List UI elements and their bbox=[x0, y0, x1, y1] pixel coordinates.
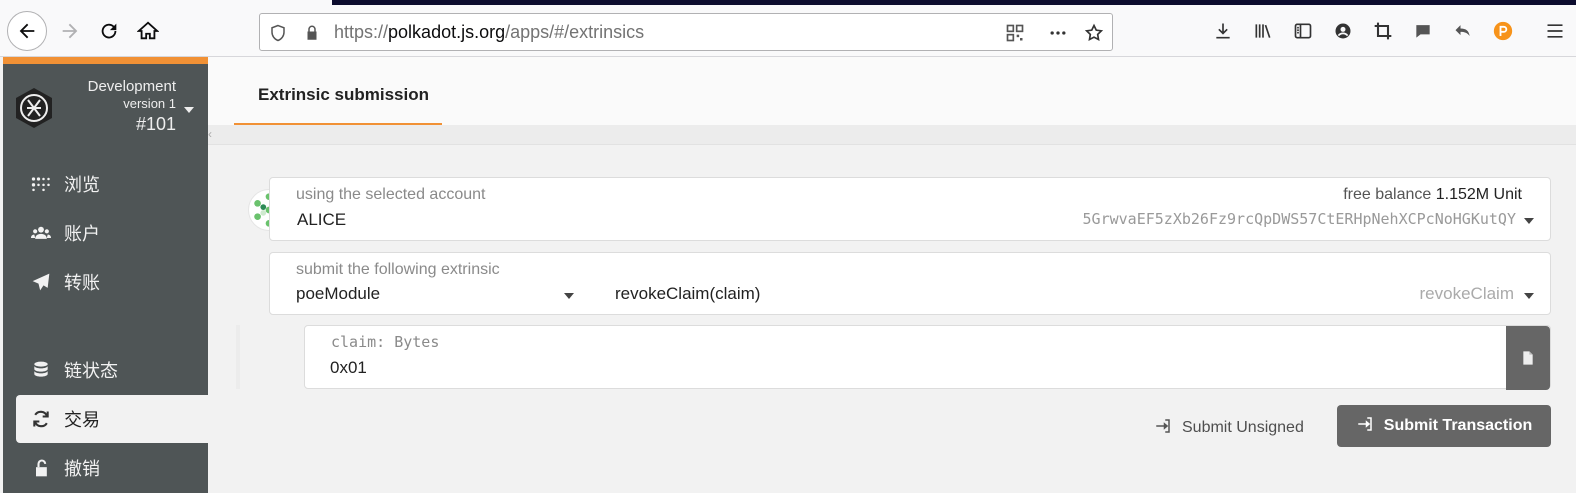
account-name: ALICE bbox=[297, 210, 347, 229]
file-icon bbox=[1523, 351, 1533, 365]
main-content: Extrinsic submission ‹ using the selecte… bbox=[208, 57, 1576, 493]
page-actions-icon[interactable] bbox=[1048, 23, 1068, 43]
param-gutter bbox=[236, 325, 240, 389]
chainstate-icon bbox=[28, 360, 54, 380]
tab-bar: Extrinsic submission bbox=[208, 57, 1576, 125]
param-value[interactable]: 0x01 bbox=[330, 358, 367, 378]
polkadot-extension-icon[interactable] bbox=[1491, 19, 1515, 43]
file-upload-button[interactable] bbox=[1506, 326, 1550, 390]
sidebar-accent-bar bbox=[3, 57, 208, 64]
param-claim-input[interactable]: claim: Bytes 0x01 bbox=[304, 325, 1551, 390]
url-host: polkadot.js.org bbox=[388, 22, 506, 42]
block-number: #101 bbox=[135, 114, 176, 134]
extrinsic-selector: submit the following extrinsic poeModule… bbox=[269, 252, 1551, 315]
home-button[interactable] bbox=[128, 11, 168, 51]
module-dropdown-caret-icon[interactable] bbox=[564, 293, 574, 299]
account-label: using the selected account bbox=[296, 186, 486, 203]
chain-name: Development bbox=[87, 78, 176, 95]
account-icon[interactable] bbox=[1331, 19, 1355, 43]
bookmark-star-icon[interactable] bbox=[1084, 23, 1104, 43]
url-path: /apps/#/extrinsics bbox=[505, 22, 645, 42]
submit-transaction-label: Submit Transaction bbox=[1383, 417, 1533, 434]
sidebar-item-label: 撤销 bbox=[64, 459, 100, 479]
sidebar-item-accounts[interactable]: 账户 bbox=[16, 209, 208, 257]
forward-arrow-icon bbox=[62, 23, 78, 39]
sidebar-item-extrinsics[interactable]: 交易 bbox=[16, 395, 208, 443]
submit-unsigned-button[interactable]: Submit Unsigned bbox=[1154, 415, 1304, 441]
sidebar-item-label: 浏览 bbox=[64, 175, 100, 195]
transfer-icon bbox=[28, 272, 54, 292]
tab-extrinsic-submission[interactable]: Extrinsic submission bbox=[234, 85, 442, 125]
download-icon[interactable] bbox=[1211, 19, 1235, 43]
account-selector[interactable]: using the selected account ALICE free ba… bbox=[269, 177, 1551, 241]
qr-code-icon[interactable] bbox=[1005, 23, 1025, 43]
chain-info[interactable]: Development version 1 #101 bbox=[88, 78, 176, 136]
extrinsic-label: submit the following extrinsic bbox=[296, 261, 500, 278]
sidebar-item-chainstate[interactable]: 链状态 bbox=[16, 346, 208, 394]
sign-in-icon bbox=[1356, 415, 1374, 438]
account-dropdown-caret-icon[interactable] bbox=[1524, 218, 1534, 224]
module-select[interactable]: poeModule bbox=[296, 284, 380, 304]
accounts-icon bbox=[28, 223, 54, 243]
call-hint: revokeClaim bbox=[1419, 284, 1514, 303]
shield-icon[interactable] bbox=[268, 23, 288, 43]
sidebar-item-explorer[interactable]: 浏览 bbox=[16, 160, 208, 208]
submit-transaction-button[interactable]: Submit Transaction bbox=[1337, 405, 1551, 447]
url-text: https://polkadot.js.org/apps/#/extrinsic… bbox=[334, 22, 644, 43]
free-balance-label: free balance bbox=[1343, 186, 1432, 203]
library-icon[interactable] bbox=[1251, 19, 1275, 43]
reload-icon bbox=[101, 23, 117, 39]
address-bar[interactable]: https://polkadot.js.org/apps/#/extrinsic… bbox=[259, 13, 1113, 51]
chain-logo[interactable] bbox=[12, 86, 56, 130]
param-label: claim: Bytes bbox=[331, 333, 440, 351]
forward-button[interactable] bbox=[50, 11, 90, 51]
sidebar-item-label: 账户 bbox=[64, 224, 100, 244]
chain-dropdown-caret-icon[interactable] bbox=[184, 107, 194, 113]
call-dropdown-caret-icon[interactable] bbox=[1524, 293, 1534, 299]
undo-icon[interactable] bbox=[1451, 19, 1475, 43]
sidebar-item-transfer[interactable]: 转账 bbox=[16, 258, 208, 306]
sign-in-icon bbox=[1154, 417, 1172, 440]
home-icon bbox=[137, 21, 159, 40]
lock-icon[interactable] bbox=[302, 23, 322, 43]
header-divider bbox=[208, 125, 1576, 145]
crop-icon[interactable] bbox=[1371, 19, 1395, 43]
extrinsics-icon bbox=[28, 409, 54, 429]
free-balance-value: 1.152M Unit bbox=[1435, 186, 1522, 203]
sidebar-item-label: 交易 bbox=[64, 410, 100, 430]
sidebar-toggle-icon[interactable] bbox=[1291, 19, 1315, 43]
unlock-icon bbox=[28, 458, 54, 478]
url-prefix: https:// bbox=[334, 22, 389, 42]
chain-version: version 1 bbox=[123, 96, 176, 111]
sidebar-item-label: 转账 bbox=[64, 273, 100, 293]
account-address: 5GrwvaEF5zXb26Fz9rcQpDWS57CtERHpNehXCPcN… bbox=[1082, 210, 1516, 228]
sidebar: Development version 1 #101 浏览 账户 转账 链状态 … bbox=[3, 57, 208, 493]
call-select[interactable]: revokeClaim(claim) bbox=[615, 284, 760, 304]
sidebar-item-unlock[interactable]: 撤销 bbox=[16, 444, 208, 492]
collapse-chevron-icon[interactable]: ‹ bbox=[208, 127, 212, 141]
explorer-icon bbox=[28, 174, 54, 194]
reload-button[interactable] bbox=[89, 11, 129, 51]
free-balance: free balance 1.152M Unit bbox=[1343, 186, 1522, 204]
browser-toolbar: https://polkadot.js.org/apps/#/extrinsic… bbox=[0, 5, 1576, 57]
sidebar-item-label: 链状态 bbox=[64, 361, 118, 381]
chat-icon[interactable] bbox=[1411, 19, 1435, 43]
submit-unsigned-label: Submit Unsigned bbox=[1182, 419, 1304, 436]
back-arrow-icon bbox=[19, 23, 35, 39]
hamburger-menu-icon[interactable] bbox=[1543, 19, 1567, 43]
back-button[interactable] bbox=[7, 11, 47, 51]
